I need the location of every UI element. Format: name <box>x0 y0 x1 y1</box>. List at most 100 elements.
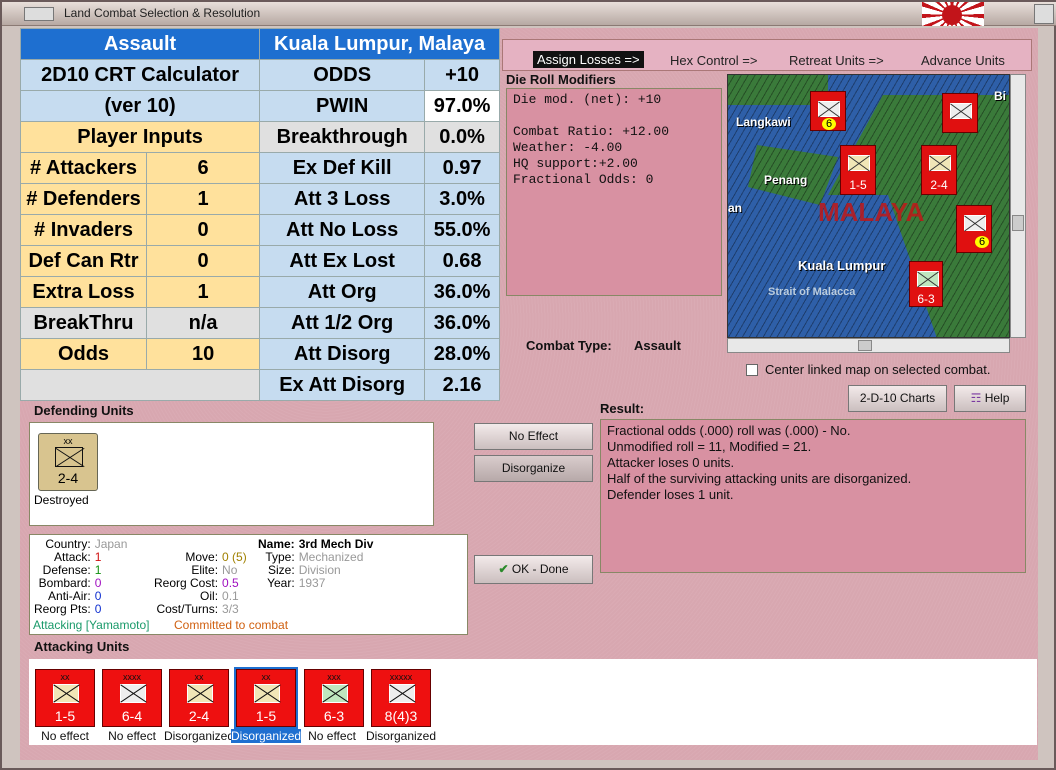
calc-result-label: Att 1/2 Org <box>259 307 426 339</box>
close-button[interactable] <box>1034 4 1054 24</box>
combat-type-value: Assault <box>634 338 681 353</box>
calc-result-label: Att No Loss <box>259 214 426 246</box>
info-label: Year: <box>267 576 295 590</box>
defending-units-title: Defending Units <box>34 403 134 418</box>
map-counter-5th-inf[interactable]: 1-5 <box>840 145 876 195</box>
calc-result-label: Att Ex Lost <box>259 245 426 277</box>
unit-size: xx <box>63 436 73 446</box>
calc-result-value: 0.97 <box>424 152 500 184</box>
calc-result-value: 36.0% <box>424 307 500 339</box>
attacking-unit-status: No effect <box>308 729 356 743</box>
unit-size: xxx <box>327 672 341 682</box>
hq-icon <box>389 684 415 703</box>
attacking-unit-counter[interactable]: xxxxx 8(4)3 <box>371 669 431 727</box>
calc-result-value: +10 <box>424 59 500 91</box>
unit-strength: 2-4 <box>188 708 210 724</box>
unit-size: xx <box>194 672 204 682</box>
die-roll-box: Die mod. (net): +10 Combat Ratio: +12.00… <box>506 88 722 296</box>
system-menu-button[interactable] <box>24 7 54 21</box>
defending-units-box: xx 2-4 Destroyed <box>29 422 434 526</box>
input-value[interactable]: 1 <box>145 276 261 308</box>
info-status-attacking: Attacking [Yamamoto] <box>33 618 150 632</box>
phase-bar: Assign Losses => Hex Control => Retreat … <box>502 39 1032 71</box>
calc-result-value: 28.0% <box>424 338 500 370</box>
map-label-penang: Penang <box>764 173 808 187</box>
attacking-unit-counter-selected[interactable]: xx 1-5 <box>234 667 298 729</box>
input-label: BreakThru <box>20 307 147 339</box>
map-label-malaya: MALAYA <box>818 197 925 227</box>
player-inputs-header: Player Inputs <box>19 121 261 153</box>
attacking-unit-status: Disorganized <box>163 729 235 743</box>
die-roll-line: HQ support:+2.00 <box>513 156 638 171</box>
input-value[interactable]: 1 <box>145 183 261 215</box>
counter-value: 6 <box>822 118 836 130</box>
map-vertical-scrollbar[interactable] <box>1010 74 1026 338</box>
calc-result-value: 55.0% <box>424 214 500 246</box>
result-line: Attacker loses 0 units. <box>607 455 735 470</box>
counter-value: 1-5 <box>849 178 867 192</box>
map-label-kuala-lumpur: Kuala Lumpur <box>798 258 886 273</box>
phase-hex-control[interactable]: Hex Control => <box>670 53 757 68</box>
calc-result-label: Ex Def Kill <box>259 152 426 184</box>
center-map-label: Center linked map on selected combat. <box>765 362 991 377</box>
calc-result-value: 3.0% <box>424 183 500 215</box>
map-counter-aircraft[interactable] <box>942 93 978 133</box>
attacking-unit-counter[interactable]: xx 2-4 <box>169 669 229 727</box>
defending-unit-counter[interactable]: xx 2-4 <box>38 433 98 491</box>
map-counter-aircraft[interactable]: 6 <box>956 205 992 253</box>
attacking-unit-counter[interactable]: xxx 6-3 <box>304 669 364 727</box>
no-effect-button[interactable]: No Effect <box>474 423 593 450</box>
unit-size: xxxxx <box>389 672 413 682</box>
unit-strength: 6-4 <box>121 708 143 724</box>
calc-result-label: Att Disorg <box>259 338 426 370</box>
help-button[interactable]: ☶ Help <box>954 385 1026 412</box>
result-line: Half of the surviving attacking units ar… <box>607 471 912 486</box>
map-horizontal-scrollbar[interactable] <box>727 338 1010 353</box>
input-label: # Attackers <box>20 152 147 184</box>
ok-done-button[interactable]: ✔ OK - Done <box>474 555 593 584</box>
phase-advance-units[interactable]: Advance Units <box>921 53 1005 68</box>
linked-map[interactable]: Langkawi Penang MALAYA Kuala Lumpur Stra… <box>727 74 1010 338</box>
attacking-unit-counter[interactable]: xxxx 6-4 <box>102 669 162 727</box>
unit-strength: 1-5 <box>54 708 76 724</box>
charts-button[interactable]: 2-D-10 Charts <box>848 385 947 412</box>
input-value[interactable]: 6 <box>145 152 261 184</box>
map-counter-1st-inf[interactable]: 2-4 <box>921 145 957 195</box>
input-value[interactable]: 0 <box>145 245 261 277</box>
calc-combat-type: Assault <box>19 28 261 60</box>
disorganize-button[interactable]: Disorganize <box>474 455 593 482</box>
ok-done-label: OK - Done <box>511 562 569 576</box>
phase-retreat-units[interactable]: Retreat Units => <box>789 53 884 68</box>
defending-unit-status: Destroyed <box>34 493 89 507</box>
input-value[interactable]: 0 <box>145 214 261 246</box>
mechanized-icon <box>254 684 280 703</box>
map-label-langkawi: Langkawi <box>736 115 791 129</box>
map-label-edge: Bi <box>994 89 1006 103</box>
result-line: Defender loses 1 unit. <box>607 487 734 502</box>
checkmark-icon: ✔ <box>498 562 509 576</box>
map-counter-aircraft[interactable]: 6 <box>810 91 846 131</box>
map-counter-imp-guard[interactable]: 6-3 <box>909 261 943 307</box>
window-title: Land Combat Selection & Resolution <box>64 6 261 20</box>
info-label: Reorg Pts: <box>34 602 91 616</box>
scroll-thumb[interactable] <box>858 340 872 351</box>
phase-assign-losses[interactable]: Assign Losses => <box>533 51 644 68</box>
map-label-strait: Strait of Malacca <box>768 286 856 298</box>
input-label: # Invaders <box>20 214 147 246</box>
die-roll-title: Die Roll Modifiers <box>506 72 616 87</box>
rising-sun-flag-icon <box>922 2 984 26</box>
center-map-checkbox[interactable] <box>746 364 758 376</box>
unit-size: xx <box>261 672 271 682</box>
attacking-unit-counter[interactable]: xx 1-5 <box>35 669 95 727</box>
die-roll-line: Die mod. (net): +10 <box>513 92 662 107</box>
info-reorg-pts: 0 <box>94 602 102 616</box>
unit-info-box: Country: Japan Attack: 1 Defense: 1 Bombard… <box>29 534 468 635</box>
info-status-committed: Committed to combat <box>174 618 289 632</box>
scroll-thumb[interactable] <box>1012 215 1024 231</box>
attacking-unit-status: Disorganized <box>365 729 437 743</box>
input-label: Odds <box>20 338 147 370</box>
title-bar: Land Combat Selection & Resolution <box>2 2 1056 26</box>
calc-empty-cell <box>19 369 261 401</box>
unit-strength: 6-3 <box>323 708 345 724</box>
crt-calculator: Assault Kuala Lumpur, Malaya 2D10 CRT Ca… <box>19 28 500 401</box>
